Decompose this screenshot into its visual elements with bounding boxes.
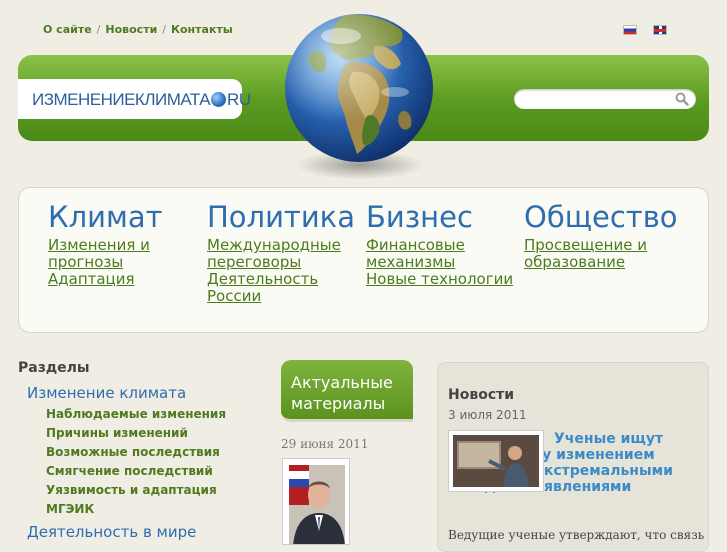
sections-heading: Разделы (18, 360, 90, 376)
news-lead-text: Ведущие ученые утверждают, что связь (448, 528, 705, 542)
category-link[interactable]: Изменения и (48, 237, 163, 254)
nav-separator: / (162, 23, 166, 36)
category-link[interactable]: Деятельность (207, 271, 355, 288)
logo-prefix: ИЗМЕНЕНИЕКЛИМАТА (32, 90, 211, 109)
language-switcher (623, 25, 683, 44)
top-nav: О сайте / Новости / Контакты (43, 23, 233, 36)
category-link[interactable]: образование (524, 254, 678, 271)
category-link[interactable]: Просвещение и (524, 237, 678, 254)
english-flag-icon[interactable] (653, 25, 667, 35)
category-society: Общество Просвещение и образование (524, 199, 678, 271)
subsection-link[interactable]: Уязвимость и адаптация (46, 483, 217, 497)
category-link[interactable]: Финансовые (366, 237, 513, 254)
news-date: 3 июля 2011 (448, 408, 527, 422)
nav-about-link[interactable]: О сайте (43, 23, 92, 36)
subsection-link[interactable]: Причины изменений (46, 426, 188, 440)
category-link[interactable]: Новые технологии (366, 271, 513, 288)
earth-globe-image (285, 14, 433, 162)
subsection-link[interactable]: Смягчение последствий (46, 464, 213, 478)
nav-contacts-link[interactable]: Контакты (171, 23, 233, 36)
category-business: Бизнес Финансовые механизмы Новые технол… (366, 199, 513, 288)
nav-news-link[interactable]: Новости (105, 23, 157, 36)
russian-flag-icon[interactable] (623, 25, 637, 35)
search-input[interactable] (514, 89, 696, 109)
subsection-link[interactable]: Наблюдаемые изменения (46, 407, 226, 421)
news-thumbnail[interactable] (448, 430, 544, 492)
category-title[interactable]: Климат (48, 200, 163, 234)
category-link[interactable]: механизмы (366, 254, 513, 271)
subsection-link[interactable]: МГЭИК (46, 502, 94, 516)
category-climate: Климат Изменения и прогнозы Адаптация (48, 199, 163, 288)
category-link[interactable]: переговоры (207, 254, 355, 271)
article-date: 29 июня 2011 (281, 437, 369, 451)
actual-materials-title: Актуальные материалы (291, 373, 393, 413)
portrait-photo-image (289, 465, 345, 544)
site-logo[interactable]: ИЗМЕНЕНИЕКЛИМАТА RU (32, 90, 251, 110)
subsection-link[interactable]: Возможные последствия (46, 445, 220, 459)
category-title[interactable]: Бизнес (366, 200, 473, 234)
category-title[interactable]: Общество (524, 200, 678, 234)
category-link[interactable]: России (207, 288, 355, 305)
nav-separator: / (96, 23, 101, 36)
category-link[interactable]: Адаптация (48, 271, 163, 288)
search-icon[interactable] (675, 92, 689, 106)
section-climate-change-link[interactable]: Изменение климата (27, 384, 186, 402)
globe-logo-icon (211, 92, 227, 107)
category-title[interactable]: Политика (207, 200, 355, 234)
news-photo-image (453, 435, 539, 487)
logo-suffix: RU (227, 90, 251, 109)
article-thumbnail[interactable] (282, 458, 350, 545)
category-link[interactable]: прогнозы (48, 254, 163, 271)
section-world-activity-link[interactable]: Деятельность в мире (27, 523, 196, 541)
category-politics: Политика Международные переговоры Деятел… (207, 199, 355, 305)
news-heading: Новости (448, 387, 515, 403)
category-link[interactable]: Международные (207, 237, 355, 254)
